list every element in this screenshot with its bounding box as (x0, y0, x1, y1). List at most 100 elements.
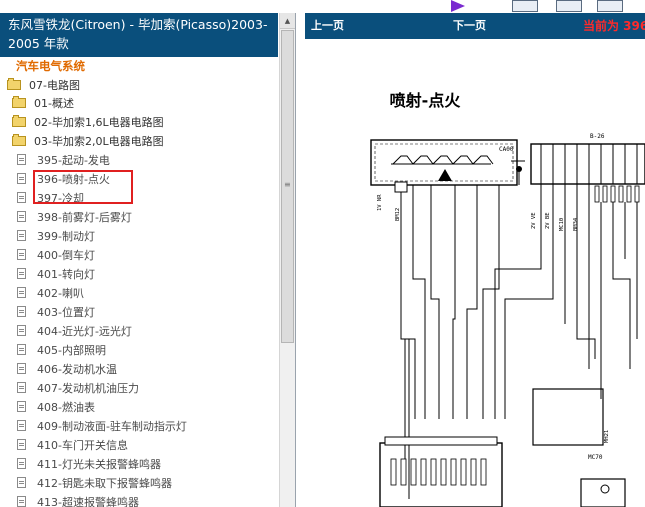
tree-page-item[interactable]: 403-位置灯 (17, 303, 95, 322)
tree-root-folder[interactable]: 07-电路图 (7, 76, 80, 95)
tree-page-item[interactable]: 408-燃油表 (17, 398, 95, 417)
page-icon (17, 211, 26, 222)
vehicle-title-header: 东风雪铁龙(Citroen) - 毕加索(Picasso)2003-2005 年… (0, 13, 278, 57)
page-icon (17, 230, 26, 241)
tree-page-item[interactable]: 406-发动机水温 (17, 360, 117, 379)
diode-icon (438, 169, 452, 181)
tree-page-item[interactable]: 407-发动机机油压力 (17, 379, 139, 398)
current-page-indicator: 当前为 396 (583, 19, 645, 33)
ecu-pin-row (384, 436, 498, 446)
tree-page-label: 409-制动液面-驻车制动指示灯 (37, 420, 187, 433)
page-icon (17, 287, 26, 298)
tree-page-label: 406-发动机水温 (37, 363, 117, 376)
open-folder-icon (12, 134, 26, 146)
page-icon (17, 268, 26, 279)
tree-page-label: 411-灯光未关报警蜂鸣器 (37, 458, 161, 471)
page-icon (17, 439, 26, 450)
tree-page-item[interactable]: 411-灯光未关报警蜂鸣器 (17, 455, 161, 474)
page-icon (17, 401, 26, 412)
page-icon (17, 154, 26, 165)
tree-page-label: 400-倒车灯 (37, 249, 95, 262)
page-icon (17, 420, 26, 431)
page-icon (17, 496, 26, 507)
tree-page-label: 407-发动机机油压力 (37, 382, 139, 395)
tree-page-item[interactable]: 412-钥匙未取下报警蜂鸣器 (17, 474, 172, 493)
fuse-block (530, 143, 645, 185)
fuse-block-pins (540, 144, 638, 184)
vehicle-title: 东风雪铁龙(Citroen) - 毕加索(Picasso)2003-2005 年… (8, 17, 268, 51)
section-label[interactable]: 汽车电气系统 (16, 57, 85, 76)
scroll-up-arrow-icon[interactable]: ▲ (280, 13, 295, 29)
ecu-fuses (390, 458, 487, 486)
relay-label: MC70 (588, 454, 603, 461)
tree-page-item[interactable]: 404-近光灯-远光灯 (17, 322, 132, 341)
page-icon (17, 173, 26, 184)
tree-page-item[interactable]: 401-转向灯 (17, 265, 95, 284)
page-icon (17, 344, 26, 355)
left-tree-panel: 东风雪铁龙(Citroen) - 毕加索(Picasso)2003-2005 年… (0, 13, 296, 507)
scrollbar-grip-icon: ≡ (284, 180, 291, 189)
tree-page-item[interactable]: 413-超速报警蜂鸣器 (17, 493, 139, 507)
tree-page-item[interactable]: 399-制动灯 (17, 227, 95, 246)
tree-page-label: 395-起动-发电 (37, 154, 110, 167)
scrollbar-thumb[interactable]: ≡ (281, 30, 294, 343)
selection-highlight-box (33, 170, 133, 204)
page-icon (17, 382, 26, 393)
tree-page-label: 412-钥匙未取下报警蜂鸣器 (37, 477, 172, 490)
wire-label-b: 2V VE (531, 212, 537, 229)
tree-page-item[interactable]: 405-内部照明 (17, 341, 106, 360)
toolbar-page-icon-3[interactable] (597, 0, 623, 12)
wiring-diagram: 喷射-点火 CA00 B-26 1V NR BM12 2V VE 2V BE M… (305, 39, 645, 507)
tree-page-label: 401-转向灯 (37, 268, 95, 281)
folder-icon (12, 115, 26, 127)
next-page-link[interactable]: 下一页 (453, 13, 486, 39)
page-nav-bar: 上一页 下一页 当前为 396 (305, 13, 645, 39)
tree-scrollbar[interactable]: ▲ ≡ (279, 13, 295, 507)
toolbar-page-icon-2[interactable] (556, 0, 582, 12)
open-folder-icon (7, 78, 21, 90)
tree-page-item[interactable]: 395-起动-发电 (17, 151, 110, 170)
folder-icon (12, 96, 26, 108)
connector-ca00-label: CA00 (499, 146, 514, 153)
tree-page-label: 410-车门开关信息 (37, 439, 128, 452)
diagram-panel: 上一页 下一页 当前为 396 喷射-点火 CA00 B-26 1V NR BM… (305, 13, 645, 507)
wiring-diagram-svg: CA00 B-26 1V NR BM12 2V VE 2V BE MC10 BM… (370, 133, 645, 507)
pin-connector (394, 181, 408, 193)
top-toolbar-strip (0, 0, 645, 13)
tree-folder-03[interactable]: 03-毕加索2,0L电器电路图 (12, 132, 164, 151)
tree-page-label: 403-位置灯 (37, 306, 95, 319)
page-icon (17, 306, 26, 317)
page-icon (17, 325, 26, 336)
left-pin-label: 1V NR (377, 194, 383, 211)
relay-switches (391, 155, 494, 165)
wire-label-a: BM12 (395, 208, 401, 221)
fuse-elements (594, 185, 640, 203)
tree-folder-01[interactable]: 01-概述 (12, 94, 74, 113)
page-icon (17, 249, 26, 260)
page-icon (17, 477, 26, 488)
bottom-wire-label: MH21 (604, 430, 610, 443)
relay-box (532, 388, 604, 446)
tree-folder-02[interactable]: 02-毕加索1,6L电器电路图 (12, 113, 164, 132)
tree-page-label: 405-内部照明 (37, 344, 106, 357)
tree-page-label: 399-制动灯 (37, 230, 95, 243)
tree-page-label: 402-喇叭 (37, 287, 84, 300)
tree-page-item[interactable]: 410-车门开关信息 (17, 436, 128, 455)
wire-label-c: 2V BE (545, 212, 551, 229)
toolbar-page-icon-1[interactable] (512, 0, 538, 12)
tree-page-label: 404-近光灯-远光灯 (37, 325, 132, 338)
tree-page-item[interactable]: 398-前雾灯-后雾灯 (17, 208, 132, 227)
fuse-block-label: B-26 (590, 133, 605, 140)
tree-page-label: 413-超速报警蜂鸣器 (37, 496, 139, 507)
sensor-icon (600, 484, 610, 494)
prev-page-link[interactable]: 上一页 (311, 13, 344, 39)
signal-wires (400, 184, 638, 499)
tree-page-label: 408-燃油表 (37, 401, 95, 414)
page-icon (17, 458, 26, 469)
wire-label-e: BM34 (573, 217, 579, 231)
tree-page-item[interactable]: 409-制动液面-驻车制动指示灯 (17, 417, 187, 436)
tree-page-item[interactable]: 402-喇叭 (17, 284, 84, 303)
tree-page-item[interactable]: 400-倒车灯 (17, 246, 95, 265)
page-icon (17, 363, 26, 374)
flag-icon[interactable] (451, 0, 465, 12)
